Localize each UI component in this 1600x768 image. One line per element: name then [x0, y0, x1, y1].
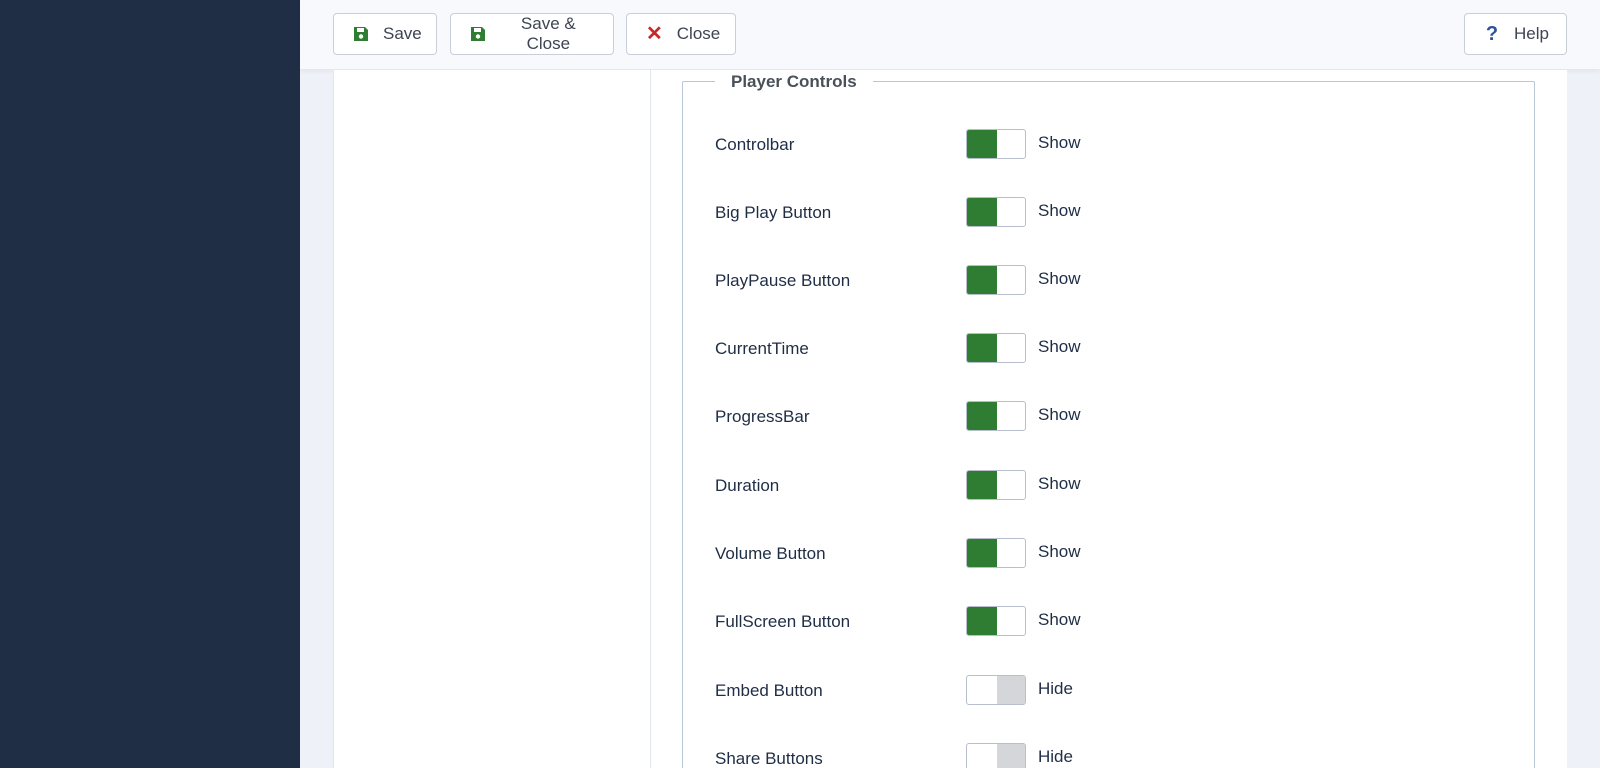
toggle-state-text: Show — [1038, 542, 1081, 561]
setting-label: Controlbar — [715, 135, 795, 154]
close-icon: ✕ — [646, 23, 663, 45]
toggle-state-text: Show — [1038, 269, 1081, 288]
toggle-switch[interactable] — [966, 470, 1026, 500]
sidebar — [0, 0, 300, 768]
help-button[interactable]: ? Help — [1464, 13, 1567, 55]
help-label: Help — [1514, 24, 1549, 43]
setting-row-share-buttons: Share Buttons Hide — [715, 743, 1535, 768]
setting-row-fullscreen-button: FullScreen Button Show — [715, 606, 1535, 636]
setting-label: ProgressBar — [715, 407, 810, 426]
setting-label: CurrentTime — [715, 339, 809, 358]
setting-label: PlayPause Button — [715, 271, 851, 290]
setting-row-progressbar: ProgressBar Show — [715, 401, 1535, 431]
toggle-switch[interactable] — [966, 197, 1026, 227]
setting-label: Embed Button — [715, 681, 823, 700]
toggle-switch[interactable] — [966, 129, 1026, 159]
save-and-close-label: Save & Close — [520, 14, 576, 53]
toggle-knob — [967, 402, 997, 430]
toggle-knob — [967, 198, 997, 226]
setting-row-embed-button: Embed Button Hide — [715, 675, 1535, 705]
toggle-switch[interactable] — [966, 333, 1026, 363]
setting-label: Duration — [715, 476, 780, 495]
toggle-switch[interactable] — [966, 265, 1026, 295]
toggle-state-text: Show — [1038, 474, 1081, 493]
column-divider — [650, 70, 651, 768]
setting-row-playpause-button: PlayPause Button Show — [715, 265, 1535, 295]
setting-row-big-play-button: Big Play Button Show — [715, 197, 1535, 227]
setting-label: Volume Button — [715, 544, 826, 563]
toggle-switch[interactable] — [966, 606, 1026, 636]
setting-label: FullScreen Button — [715, 612, 851, 631]
toggle-knob — [967, 130, 997, 158]
close-label: Close — [676, 24, 721, 43]
floppy-disk-icon — [470, 25, 487, 43]
setting-label: Share Buttons — [715, 749, 823, 768]
toggle-knob — [967, 539, 997, 567]
toggle-state-text: Hide — [1038, 679, 1073, 698]
toggle-state-text: Show — [1038, 337, 1081, 356]
toggle-state-text: Show — [1038, 133, 1081, 152]
fieldset-legend: Player Controls — [715, 70, 873, 94]
toggle-knob — [967, 471, 997, 499]
toggle-state-text: Show — [1038, 610, 1081, 629]
toggle-knob — [967, 334, 997, 362]
toggle-switch[interactable] — [966, 401, 1026, 431]
setting-row-controlbar: Controlbar Show — [715, 129, 1535, 159]
question-mark-icon: ? — [1485, 23, 1499, 45]
toggle-knob — [997, 744, 1025, 768]
close-button[interactable]: ✕ Close — [626, 13, 736, 55]
toggle-state-text: Show — [1038, 405, 1081, 424]
toggle-switch[interactable] — [966, 743, 1026, 768]
save-button[interactable]: Save — [333, 13, 437, 55]
toggle-switch[interactable] — [966, 538, 1026, 568]
toggle-knob — [967, 266, 997, 294]
toggle-state-text: Hide — [1038, 747, 1073, 766]
setting-label: Big Play Button — [715, 203, 832, 222]
floppy-disk-icon — [353, 25, 369, 43]
toolbar: Save Save & Close ✕ Close ? Help — [300, 0, 1600, 70]
setting-row-duration: Duration Show — [715, 470, 1535, 500]
save-label: Save — [383, 24, 422, 43]
save-and-close-button[interactable]: Save & Close — [450, 13, 614, 55]
toggle-switch[interactable] — [966, 675, 1026, 705]
setting-row-currenttime: CurrentTime Show — [715, 333, 1535, 363]
toggle-state-text: Show — [1038, 201, 1081, 220]
setting-row-volume-button: Volume Button Show — [715, 538, 1535, 568]
toggle-knob — [997, 676, 1025, 704]
toggle-knob — [967, 607, 997, 635]
